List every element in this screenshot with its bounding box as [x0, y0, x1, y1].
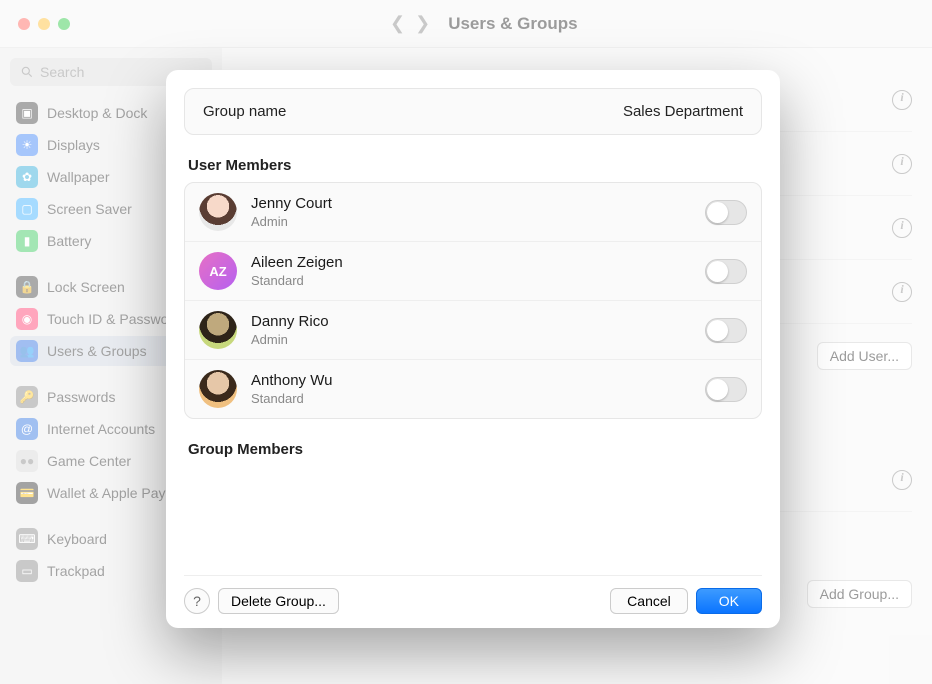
settings-window: ❮ ❯ Users & Groups Search ▣Desktop & Doc…: [0, 0, 932, 684]
edit-group-dialog: Group name Sales Department User Members…: [166, 70, 780, 628]
member-name: Anthony Wu: [251, 372, 691, 389]
user-members-heading: User Members: [188, 157, 760, 174]
member-toggle[interactable]: [705, 318, 747, 343]
ok-button[interactable]: OK: [696, 588, 762, 614]
group-name-label: Group name: [203, 103, 286, 120]
member-name: Jenny Court: [251, 195, 691, 212]
member-toggle[interactable]: [705, 259, 747, 284]
member-name: Aileen Zeigen: [251, 254, 691, 271]
member-info: Jenny Court Admin: [251, 195, 691, 229]
member-row: AZ Aileen Zeigen Standard: [185, 242, 761, 301]
member-role: Standard: [251, 273, 691, 288]
group-name-value: Sales Department: [623, 103, 743, 120]
member-row: Jenny Court Admin: [185, 183, 761, 242]
member-info: Danny Rico Admin: [251, 313, 691, 347]
member-toggle[interactable]: [705, 377, 747, 402]
cancel-button[interactable]: Cancel: [610, 588, 688, 614]
user-members-list: Jenny Court Admin AZ Aileen Zeigen Stand…: [184, 182, 762, 419]
group-name-field[interactable]: Group name Sales Department: [184, 88, 762, 135]
delete-group-button[interactable]: Delete Group...: [218, 588, 339, 614]
member-role: Standard: [251, 391, 691, 406]
help-button[interactable]: ?: [184, 588, 210, 614]
member-name: Danny Rico: [251, 313, 691, 330]
member-role: Admin: [251, 332, 691, 347]
member-row: Anthony Wu Standard: [185, 360, 761, 418]
avatar: [199, 193, 237, 231]
avatar: [199, 370, 237, 408]
member-info: Aileen Zeigen Standard: [251, 254, 691, 288]
dialog-footer: ? Delete Group... Cancel OK: [184, 575, 762, 614]
member-toggle[interactable]: [705, 200, 747, 225]
member-info: Anthony Wu Standard: [251, 372, 691, 406]
dialog-content: Group name Sales Department User Members…: [184, 88, 762, 575]
avatar: AZ: [199, 252, 237, 290]
avatar: [199, 311, 237, 349]
member-role: Admin: [251, 214, 691, 229]
member-row: Danny Rico Admin: [185, 301, 761, 360]
group-members-heading: Group Members: [188, 441, 760, 458]
